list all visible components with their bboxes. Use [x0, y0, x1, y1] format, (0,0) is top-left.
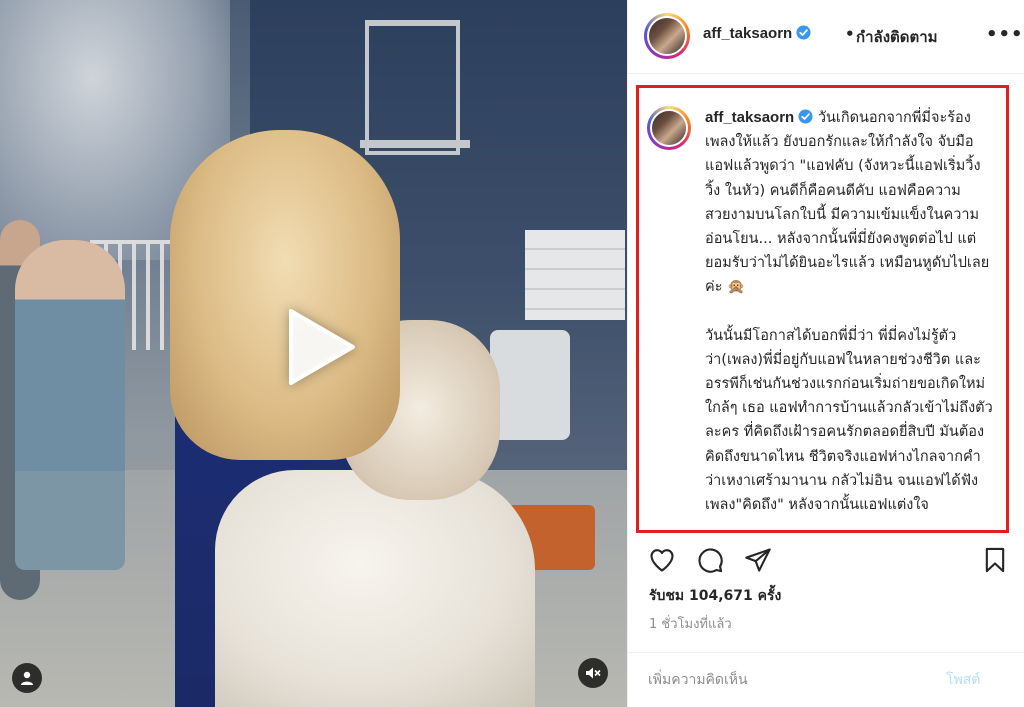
comment-composer: โพสต์ — [628, 652, 1024, 707]
caption-paragraph-2: วันนั้นมีโอกาสได้บอกพี่มี่ว่า พี่มี่คงไม… — [705, 327, 993, 514]
play-icon[interactable] — [273, 303, 361, 391]
video-chair — [490, 330, 570, 440]
post-side-panel: aff_taksaorn • กำลังติดตาม ••• aff_taksa… — [627, 0, 1024, 707]
caption-username[interactable]: aff_taksaorn — [705, 109, 794, 126]
comment-bubble-icon[interactable] — [696, 546, 726, 576]
following-button[interactable]: กำลังติดตาม — [856, 25, 938, 49]
verified-badge-icon — [796, 25, 811, 40]
video-scaffold-shelf — [360, 140, 470, 148]
post-timestamp[interactable]: 1 ชั่วโมงที่แล้ว — [649, 613, 732, 634]
avatar-image — [647, 16, 687, 56]
caption-highlight-box: aff_taksaorn วันเกิดนอกจากพี่มี่จะร้องเพ… — [636, 85, 1009, 533]
header-username[interactable]: aff_taksaorn — [703, 25, 811, 42]
caption-avatar[interactable] — [647, 106, 691, 150]
comment-input[interactable] — [648, 668, 938, 692]
video-boxes — [525, 230, 625, 320]
caption-text: aff_taksaorn วันเกิดนอกจากพี่มี่จะร้องเพ… — [705, 106, 997, 517]
video-person-left — [15, 240, 125, 570]
heart-icon[interactable] — [648, 546, 678, 576]
avatar[interactable] — [644, 13, 690, 59]
post-header: aff_taksaorn • กำลังติดตาม ••• — [628, 0, 1024, 74]
video-scaffold — [365, 20, 460, 155]
view-count[interactable]: รับชม 104,671 ครั้ง — [649, 585, 781, 607]
separator-dot: • — [845, 25, 855, 43]
caption-avatar-image — [650, 109, 688, 147]
header-username-text[interactable]: aff_taksaorn — [703, 25, 792, 42]
more-options-button[interactable]: ••• — [986, 24, 1023, 48]
action-bar — [628, 540, 1024, 584]
video-blonde-hair — [170, 130, 400, 460]
bookmark-icon[interactable] — [981, 546, 1011, 576]
user-tag-icon[interactable] — [12, 663, 42, 693]
post-comment-button[interactable]: โพสต์ — [946, 669, 980, 691]
muted-speaker-icon[interactable] — [578, 658, 608, 688]
video-player[interactable] — [0, 0, 627, 707]
caption-paragraph-1: วันเกิดนอกจากพี่มี่จะร้องเพลงให้แล้ว ยัง… — [705, 110, 990, 296]
verified-badge-icon — [798, 109, 813, 124]
paper-plane-icon[interactable] — [744, 546, 774, 576]
video-person-white-dress — [215, 470, 535, 707]
